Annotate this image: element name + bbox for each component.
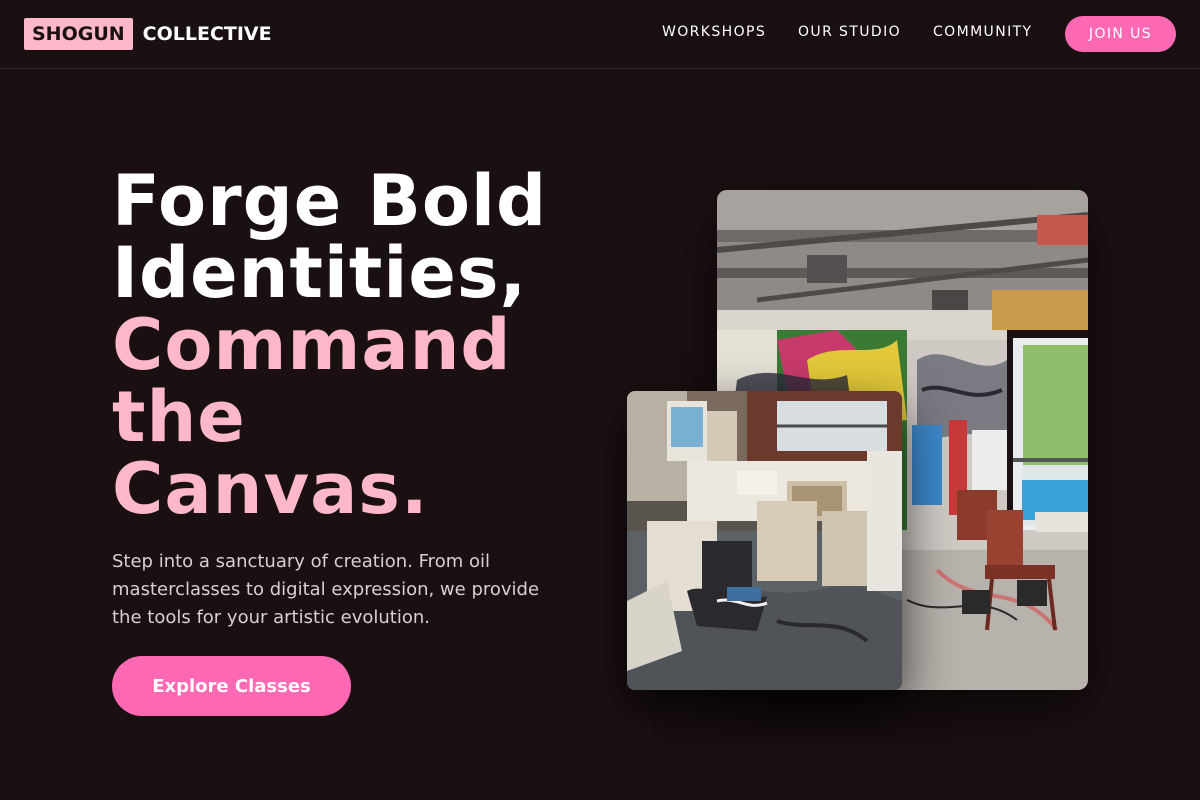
art-workspace-illustration xyxy=(627,391,902,690)
hero-description: Step into a sanctuary of creation. From … xyxy=(112,551,540,628)
explore-classes-button[interactable]: Explore Classes xyxy=(112,656,351,716)
landing-page: SHOGUN COLLECTIVE WORKSHOPS OUR STUDIO C… xyxy=(0,0,1200,800)
join-us-button[interactable]: JOIN US xyxy=(1065,16,1176,52)
headline-line-accent: Canvas. xyxy=(112,448,429,530)
top-navbar: SHOGUN COLLECTIVE WORKSHOPS OUR STUDIO C… xyxy=(0,0,1200,69)
nav-link-community[interactable]: COMMUNITY xyxy=(933,24,1033,40)
headline-line-accent: Command xyxy=(112,304,512,386)
headline-line: Forge Bold xyxy=(112,160,548,242)
hero-headline: Forge Bold Identities, Command the Canva… xyxy=(112,165,582,525)
art-workspace-photo xyxy=(627,391,902,690)
nav-link-our-studio[interactable]: OUR STUDIO xyxy=(798,24,901,40)
brand-logo-highlight: SHOGUN xyxy=(24,18,133,50)
brand-logo[interactable]: SHOGUN COLLECTIVE xyxy=(24,18,272,50)
nav-link-workshops[interactable]: WORKSHOPS xyxy=(662,24,766,40)
brand-logo-name: COLLECTIVE xyxy=(142,23,272,45)
headline-line: Identities, xyxy=(112,232,528,314)
headline-line-accent: the xyxy=(112,376,246,458)
